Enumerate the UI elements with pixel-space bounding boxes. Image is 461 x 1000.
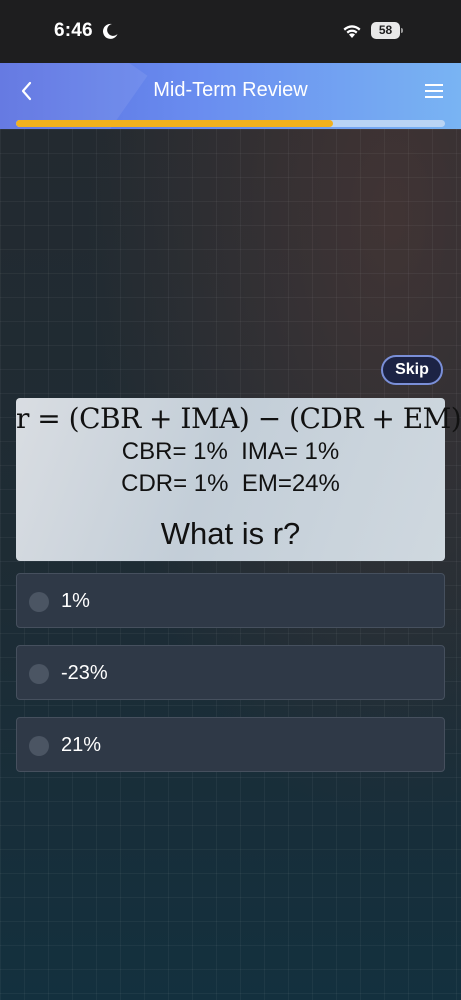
answer-option-label: 21% <box>61 734 102 756</box>
wifi-icon <box>343 25 361 38</box>
question-values-line-2: CDR= 1% EM=24% <box>121 470 340 497</box>
radio-button[interactable] <box>29 736 49 756</box>
answer-option[interactable]: 1% <box>16 573 445 628</box>
answer-option-label: 1% <box>61 590 90 612</box>
question-card: r = (CBR + IMA) − (CDR + EM) CBR= 1% IMA… <box>16 398 461 561</box>
quiz-area: Skip r = (CBR + IMA) − (CDR + EM) CBR= 1… <box>0 129 461 1000</box>
radio-button[interactable] <box>29 664 49 684</box>
battery-level: 58 <box>371 22 400 39</box>
answer-option-label: -23% <box>61 662 108 684</box>
question-prompt: What is r? <box>160 516 301 551</box>
question-formula: r = (CBR + IMA) − (CDR + EM) <box>16 402 461 435</box>
status-time: 6:46 <box>54 20 93 41</box>
progress-fill <box>16 120 334 127</box>
question-values-line-1: CBR= 1% IMA= 1% <box>121 438 340 465</box>
answer-option[interactable]: 21% <box>16 717 445 772</box>
header: Mid-Term Review <box>0 63 461 129</box>
moon-icon <box>102 23 118 39</box>
answer-option[interactable]: -23% <box>16 645 445 700</box>
battery-tip <box>401 28 403 33</box>
skip-button[interactable]: Skip <box>381 355 443 385</box>
status-bar: 6:46 58 <box>0 0 461 63</box>
progress-bar <box>16 120 445 127</box>
grid-background <box>0 129 461 1000</box>
battery-indicator: 58 <box>371 22 403 39</box>
page-title: Mid-Term Review <box>153 79 308 101</box>
radio-button[interactable] <box>29 592 49 612</box>
menu-button[interactable] <box>423 81 445 101</box>
